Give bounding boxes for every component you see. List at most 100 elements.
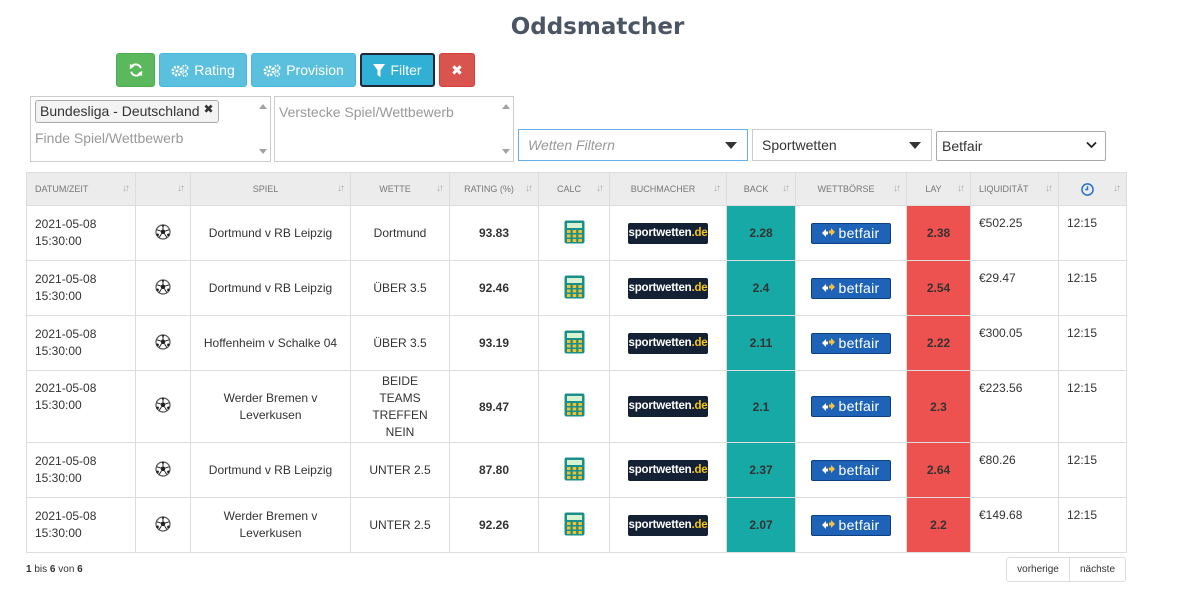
calc-cell[interactable] [538, 205, 610, 261]
exchange-cell[interactable]: betfair [795, 205, 907, 261]
sportwetten-logo[interactable]: sportwetten.de [628, 396, 708, 417]
col-header-sport[interactable]: ↓↑ [135, 172, 191, 206]
liquidity-cell: €300.05 [970, 315, 1059, 371]
betfair-arrows-icon [822, 338, 836, 347]
sort-icon: ↓↑ [525, 183, 533, 194]
calc-cell[interactable] [538, 370, 610, 443]
calc-cell[interactable] [538, 315, 610, 371]
bookmaker-cell[interactable]: sportwetten.de [609, 205, 727, 261]
rating-button[interactable]: Rating [159, 53, 247, 87]
competition-tag[interactable]: Bundesliga - Deutschland ✖ [35, 100, 219, 123]
calc-cell[interactable] [538, 260, 610, 316]
calculator-icon[interactable] [564, 457, 585, 481]
calculator-icon[interactable] [564, 275, 585, 299]
sort-icon: ↓↑ [122, 183, 130, 194]
exchange-cell[interactable]: betfair [795, 315, 907, 371]
sportwetten-logo[interactable]: sportwetten.de [628, 459, 708, 481]
clear-filter-button[interactable]: ✖ [439, 53, 475, 87]
exchange-cell[interactable]: betfair [795, 497, 907, 553]
exchange-cell[interactable]: betfair [795, 370, 907, 443]
bookmaker-cell[interactable]: sportwetten.de [609, 442, 727, 498]
calculator-icon[interactable] [564, 220, 585, 244]
exchange-cell[interactable]: betfair [795, 260, 907, 316]
back-odds-cell: 2.11 [726, 315, 796, 371]
exchange-select[interactable]: Betfair [936, 131, 1106, 161]
bookmaker-cell[interactable]: sportwetten.de [609, 370, 727, 443]
calculator-icon[interactable] [564, 330, 585, 354]
table-row[interactable]: 2021-05-08 15:30:00 Dortmund v RB Leipzig… [26, 260, 1127, 316]
sport-cell [135, 260, 191, 316]
previous-page-button[interactable]: vorherige [1006, 557, 1070, 582]
betfair-logo[interactable]: betfair [811, 396, 891, 417]
betfair-arrows-icon [822, 228, 836, 237]
col-header-exchange[interactable]: Wettbörse ↓↑ [795, 172, 907, 206]
col-header-time[interactable]: ↓↑ [1058, 172, 1127, 206]
exchange-cell[interactable]: betfair [795, 442, 907, 498]
provision-button[interactable]: Provision [251, 53, 356, 87]
betfair-logo[interactable]: betfair [811, 277, 891, 299]
col-header-game[interactable]: Spiel ↓↑ [190, 172, 351, 206]
rating-cell: 93.19 [449, 315, 539, 371]
calc-cell[interactable] [538, 442, 610, 498]
betfair-logo[interactable]: betfair [811, 459, 891, 481]
sport-select[interactable]: Sportwetten [752, 129, 932, 161]
bet-cell: ÜBER 3.5 [350, 315, 450, 371]
bookmaker-cell[interactable]: sportwetten.de [609, 315, 727, 371]
sportwetten-logo[interactable]: sportwetten.de [628, 277, 708, 299]
table-row[interactable]: 2021-05-08 15:30:00 Dortmund v RB Leipzig… [26, 442, 1127, 498]
game-cell: Werder Bremen v Leverkusen [190, 497, 351, 553]
rating-cell: 92.46 [449, 260, 539, 316]
table-row[interactable]: 2021-05-08 15:30:00 Werder Bremen v Lever… [26, 370, 1127, 443]
scrollbar[interactable] [258, 99, 268, 159]
col-header-back[interactable]: Back ↓↑ [726, 172, 796, 206]
col-header-liquidity[interactable]: Liquidität ↓↑ [970, 172, 1059, 206]
game-cell: Hoffenheim v Schalke 04 [190, 315, 351, 371]
sportwetten-logo[interactable]: sportwetten.de [628, 332, 708, 354]
competition-search-input[interactable]: Finde Spiel/Wettbewerb [35, 130, 183, 146]
table-row[interactable]: 2021-05-08 15:30:00 Werder Bremen v Lever… [26, 497, 1127, 553]
refresh-button[interactable] [116, 53, 155, 87]
lay-odds-cell: 2.38 [906, 205, 971, 261]
bet-filter-select[interactable]: Wetten Filtern [518, 129, 748, 161]
filter-button[interactable]: Filter [360, 53, 435, 87]
competition-multiselect[interactable]: Bundesliga - Deutschland ✖ Finde Spiel/W… [30, 96, 271, 162]
betfair-logo[interactable]: betfair [811, 222, 891, 244]
provision-button-label: Provision [286, 62, 344, 78]
exchange-select-value: Betfair [942, 138, 983, 154]
date-cell: 2021-05-08 15:30:00 [26, 497, 136, 553]
sportwetten-logo[interactable]: sportwetten.de [628, 222, 708, 244]
hide-multiselect[interactable]: Verstecke Spiel/Wettbewerb [274, 96, 514, 162]
lay-odds-cell: 2.22 [906, 315, 971, 371]
refresh-icon [129, 63, 142, 77]
col-header-bookmaker[interactable]: Buchmacher ↓↑ [609, 172, 727, 206]
calculator-icon[interactable] [564, 512, 585, 536]
table-row[interactable]: 2021-05-08 15:30:00 Hoffenheim v Schalke … [26, 315, 1127, 371]
bookmaker-cell[interactable]: sportwetten.de [609, 497, 727, 553]
betfair-arrows-icon [822, 401, 836, 411]
col-header-lay[interactable]: Lay ↓↑ [906, 172, 971, 206]
filter-button-label: Filter [390, 62, 422, 78]
game-cell: Werder Bremen v Leverkusen [190, 370, 351, 443]
calculator-icon[interactable] [564, 393, 585, 417]
col-header-bet[interactable]: Wette ↓↑ [350, 172, 450, 206]
col-header-date[interactable]: Datum/Zeit ↓↑ [26, 172, 136, 206]
betfair-logo[interactable]: betfair [811, 514, 891, 536]
betfair-arrows-icon [822, 520, 836, 529]
time-cell: 12:15 [1058, 315, 1127, 371]
liquidity-cell: €223.56 [970, 370, 1059, 443]
bookmaker-cell[interactable]: sportwetten.de [609, 260, 727, 316]
betfair-logo[interactable]: betfair [811, 332, 891, 354]
table-row[interactable]: 2021-05-08 15:30:00 Dortmund v RB Leipzig… [26, 205, 1127, 261]
col-header-rating[interactable]: Rating (%) ↓↑ [449, 172, 539, 206]
scrollbar[interactable] [501, 99, 511, 159]
col-header-calc[interactable]: Calc ↓↑ [538, 172, 610, 206]
hide-search-input[interactable]: Verstecke Spiel/Wettbewerb [279, 104, 454, 120]
sort-icon: ↓↑ [957, 183, 965, 194]
date-cell: 2021-05-08 15:30:00 [26, 260, 136, 316]
calc-cell[interactable] [538, 497, 610, 553]
tag-remove-icon[interactable]: ✖ [203, 99, 213, 120]
next-page-button[interactable]: nächste [1069, 557, 1126, 582]
back-odds-cell: 2.4 [726, 260, 796, 316]
sportwetten-logo[interactable]: sportwetten.de [628, 514, 708, 536]
clock-icon [1081, 182, 1094, 196]
